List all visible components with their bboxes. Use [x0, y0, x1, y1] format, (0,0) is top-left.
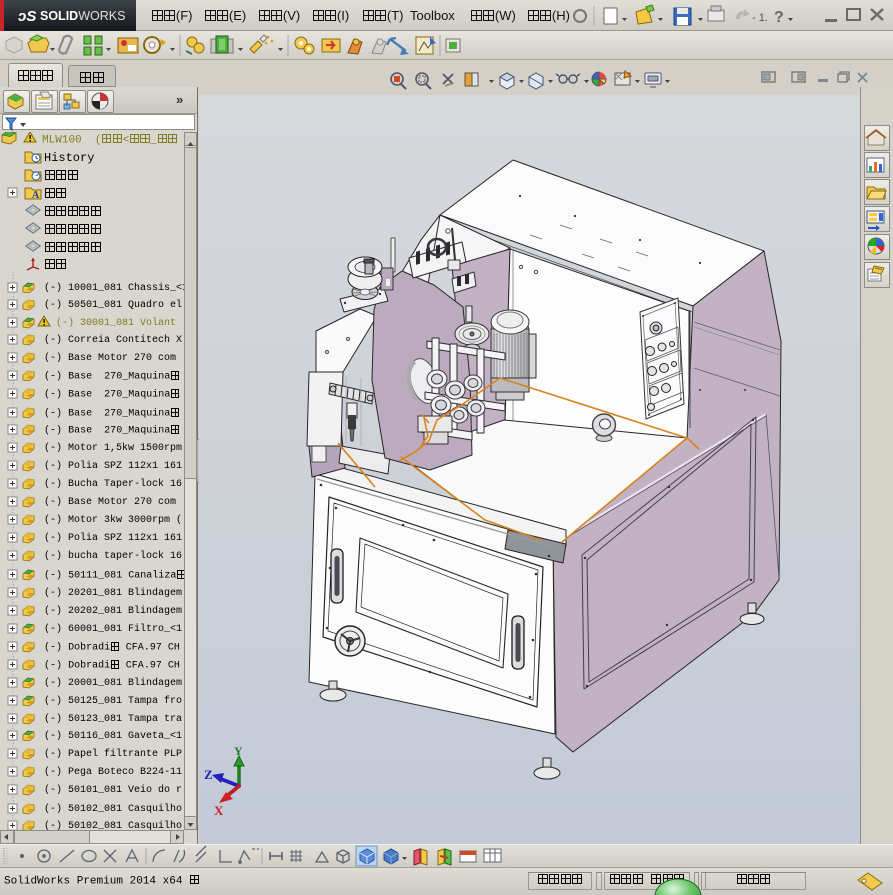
- svg-text:Y: Y: [234, 745, 243, 758]
- svg-text:X: X: [214, 803, 224, 815]
- svg-text:Z: Z: [204, 767, 213, 782]
